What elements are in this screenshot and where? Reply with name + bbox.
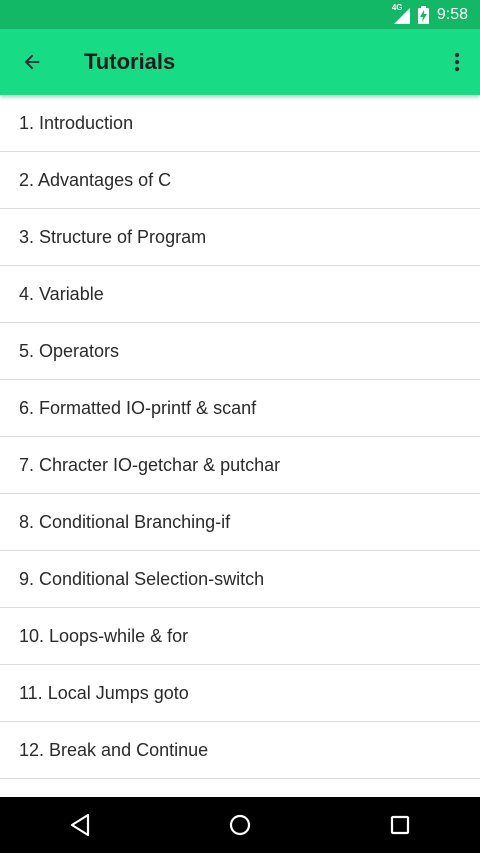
- list-item[interactable]: 2. Advantages of C: [0, 152, 480, 209]
- overflow-menu-button[interactable]: [434, 29, 480, 95]
- list-item[interactable]: 8. Conditional Branching-if: [0, 494, 480, 551]
- nav-home-button[interactable]: [210, 797, 270, 853]
- arrow-back-icon: [24, 54, 40, 70]
- navigation-bar: [0, 797, 480, 853]
- list-item[interactable]: 10. Loops-while & for: [0, 608, 480, 665]
- list-item[interactable]: 4. Variable: [0, 266, 480, 323]
- more-vert-icon: [454, 52, 460, 72]
- list-item[interactable]: 11. Local Jumps goto: [0, 665, 480, 722]
- tutorial-list: 1. Introduction 2. Advantages of C 3. St…: [0, 95, 480, 797]
- battery-charging-icon: [417, 5, 429, 24]
- list-item[interactable]: 7. Chracter IO-getchar & putchar: [0, 437, 480, 494]
- app-bar: Tutorials: [0, 29, 480, 95]
- list-item[interactable]: 1. Introduction: [0, 95, 480, 152]
- list-item[interactable]: [0, 779, 480, 797]
- list-item[interactable]: 9. Conditional Selection-switch: [0, 551, 480, 608]
- signal-icon: 4G: [391, 2, 410, 24]
- network-type: 4G: [391, 2, 403, 12]
- status-time: 9:58: [436, 5, 468, 23]
- list-item[interactable]: 3. Structure of Program: [0, 209, 480, 266]
- nav-home-icon: [229, 814, 251, 836]
- list-item[interactable]: 12. Break and Continue: [0, 722, 480, 779]
- list-item[interactable]: 6. Formatted IO-printf & scanf: [0, 380, 480, 437]
- nav-recents-icon: [390, 815, 410, 835]
- page-title: Tutorials: [84, 49, 176, 74]
- nav-recents-button[interactable]: [370, 797, 430, 853]
- nav-back-icon: [70, 813, 90, 837]
- status-bar: 4G 9:58: [0, 0, 480, 29]
- back-button[interactable]: [0, 29, 64, 95]
- nav-back-button[interactable]: [50, 797, 110, 853]
- list-item[interactable]: 5. Operators: [0, 323, 480, 380]
